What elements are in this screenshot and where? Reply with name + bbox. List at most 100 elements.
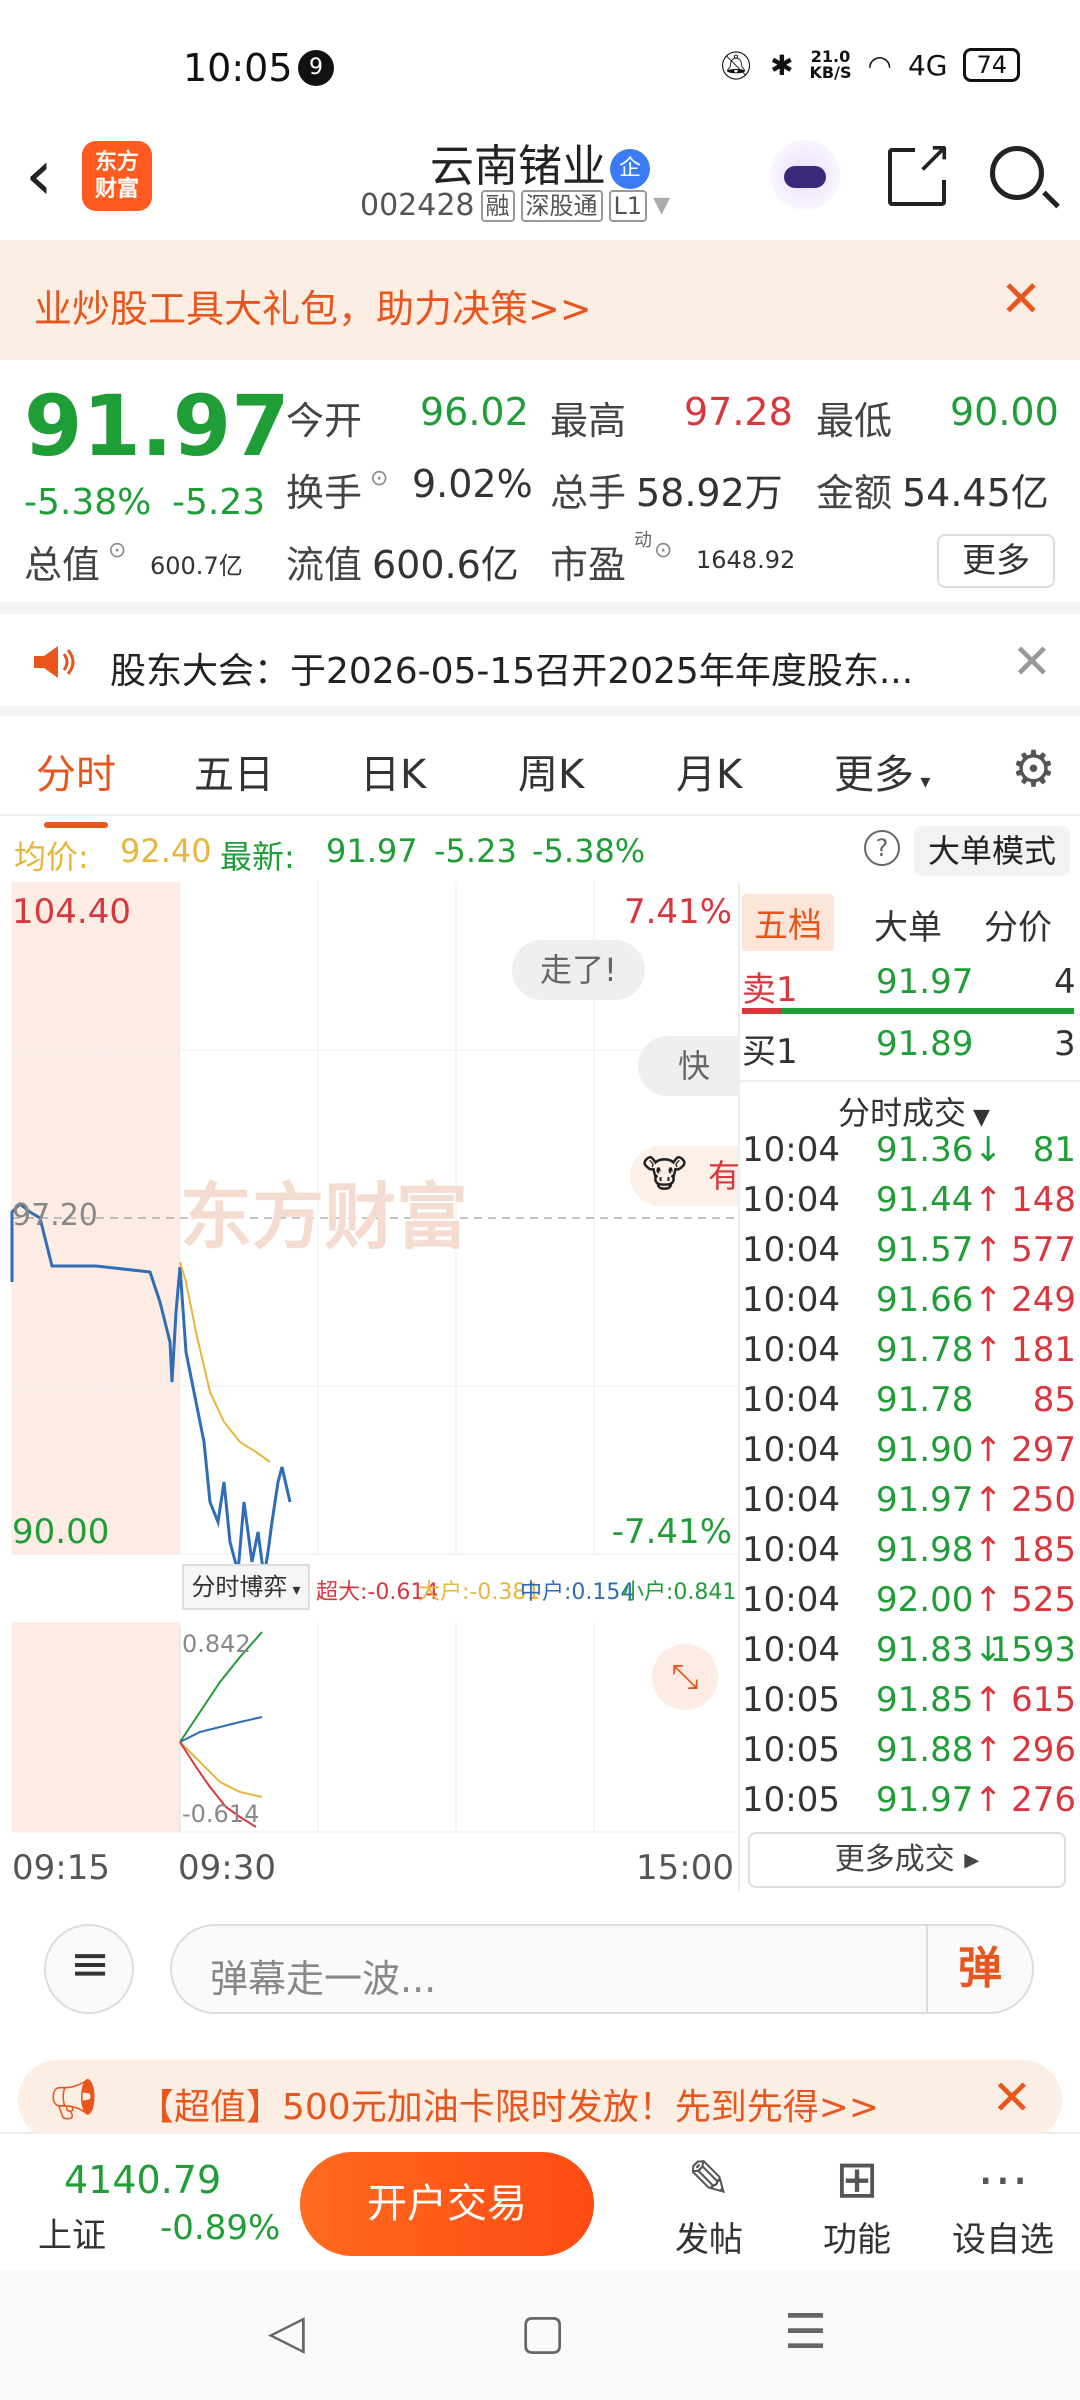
index-value[interactable]: 4140.79: [64, 2158, 221, 2202]
more-trades-button[interactable]: 更多成交 ▸: [748, 1832, 1066, 1888]
latest-label: 最新:: [220, 838, 295, 876]
promo-banner[interactable]: 业炒股工具大礼包，助力决策>> ✕: [0, 240, 1080, 360]
tab-five-day[interactable]: 五日: [194, 742, 274, 800]
danmu-placeholder: 弹幕走一波...: [210, 1957, 437, 2001]
trade-row: 10:04 91.90 ↑ 297: [742, 1430, 1080, 1480]
nav-menu-icon[interactable]: ☰: [784, 2304, 827, 2360]
mktcap-label: 总值: [24, 543, 101, 587]
trade-row: 10:04 91.98 ↑ 185: [742, 1530, 1080, 1580]
wifi-icon: ◠: [867, 48, 892, 82]
trade-price: 91.88: [876, 1730, 974, 1770]
info-icon[interactable]: ⊙: [370, 466, 388, 491]
pe-value: 1648.92: [696, 546, 796, 574]
index-change: -0.89%: [160, 2208, 281, 2248]
tab-monthly-k[interactable]: 月K: [676, 742, 742, 800]
shareholder-notice[interactable]: 股东大会：于2026-05-15召开2025年年度股东... ✕: [0, 614, 1080, 714]
tab-five-levels[interactable]: 五档: [742, 894, 834, 951]
divider: [0, 706, 1080, 716]
trades-header[interactable]: 分时成交 ▼: [838, 1088, 990, 1134]
nav-home-icon[interactable]: ▢: [520, 2304, 565, 2360]
mute-icon: 🔕︎: [718, 48, 755, 82]
close-icon[interactable]: ✕: [1012, 634, 1052, 690]
high-value: 97.28: [684, 390, 793, 434]
tab-intraday[interactable]: 分时: [36, 742, 116, 828]
bid1-volume: 3: [1054, 1024, 1076, 1064]
trade-row: 10:04 92.00 ↑ 525: [742, 1580, 1080, 1630]
tag-margin: 融: [480, 189, 515, 222]
system-navigation: ◁ ▢ ☰: [0, 2270, 1080, 2400]
info-icon[interactable]: ⊙: [654, 538, 672, 563]
tab-big-orders[interactable]: 大单: [874, 900, 942, 949]
trade-direction-icon: ↑: [974, 1430, 1003, 1470]
trade-volume: 1593: [989, 1630, 1076, 1670]
trade-volume: 148: [1011, 1180, 1076, 1220]
help-icon[interactable]: ?: [864, 830, 900, 866]
high-label: 最高: [550, 399, 627, 443]
sub-indicator-select[interactable]: 分时博弈 ▾: [182, 1564, 310, 1610]
trade-price: 91.44: [876, 1180, 974, 1220]
robot-assistant-icon[interactable]: [770, 140, 840, 210]
pe-label: 市盈: [550, 543, 627, 587]
big-order-mode-button[interactable]: 大单模式: [914, 826, 1070, 876]
stock-code: 002428: [360, 188, 475, 223]
trade-volume: 250: [1011, 1480, 1076, 1520]
functions-button[interactable]: ⊞ 功能: [802, 2150, 912, 2261]
post-button[interactable]: ✎ 发帖: [654, 2150, 764, 2261]
y-axis-bottom: 90.00: [12, 1512, 110, 1552]
edit-icon: ✎: [687, 2150, 731, 2210]
chart-period-tabs: 分时 五日 日K 周K 月K 更多 ▾ ⚙: [0, 716, 1080, 828]
megaphone-icon: 📢︎: [48, 2077, 99, 2123]
trade-price: 91.90: [876, 1430, 974, 1470]
trade-volume: 85: [1032, 1380, 1076, 1420]
gear-icon[interactable]: ⚙: [1011, 740, 1056, 798]
turnover-value: 9.02%: [412, 462, 533, 506]
trade-direction-icon: ↑: [974, 1680, 1003, 1720]
latest-value: 91.97: [326, 832, 418, 870]
mid-flow-line: [179, 1716, 263, 1743]
danmu-settings-icon[interactable]: [44, 1924, 134, 2014]
ask1-price: 91.97: [876, 962, 974, 1002]
close-icon[interactable]: ✕: [992, 2070, 1032, 2126]
mid-flow-label: 中户:0.154: [520, 1580, 635, 1605]
sub-axis-bottom: -0.614: [182, 1800, 260, 1828]
bid1-price: 91.89: [876, 1024, 974, 1064]
trade-time: 10:04: [742, 1630, 840, 1670]
trade-row: 10:05 91.97 ↑ 276: [742, 1780, 1080, 1830]
danmu-send-button[interactable]: 弹: [926, 1926, 1032, 2012]
tab-price-distribution[interactable]: 分价: [984, 900, 1052, 949]
trade-time: 10:04: [742, 1480, 840, 1520]
enterprise-badge: 企: [610, 149, 650, 189]
trade-time: 10:04: [742, 1280, 840, 1320]
search-icon[interactable]: [990, 146, 1044, 200]
nav-back-icon[interactable]: ◁: [268, 2304, 305, 2360]
tab-weekly-k[interactable]: 周K: [518, 742, 584, 800]
trade-price: 91.57: [876, 1230, 974, 1270]
stock-subinfo[interactable]: 002428 融 深股通 L1 ▼: [360, 188, 670, 223]
float-label: 流值: [286, 543, 363, 587]
trade-price: 91.78: [876, 1330, 974, 1370]
trade-direction-icon: ↑: [974, 1180, 1003, 1220]
info-icon[interactable]: ⊙: [108, 538, 126, 563]
danmu-input[interactable]: 弹幕走一波... 弹: [170, 1924, 1034, 2014]
expand-icon[interactable]: ⤡: [652, 1644, 718, 1710]
share-icon[interactable]: [888, 136, 952, 206]
tab-more[interactable]: 更多 ▾: [834, 742, 930, 800]
close-icon[interactable]: ✕: [1000, 270, 1042, 328]
tab-daily-k[interactable]: 日K: [360, 742, 426, 800]
open-account-trade-button[interactable]: 开户交易: [300, 2152, 594, 2256]
add-watchlist-button[interactable]: ⋯ 设自选: [948, 2150, 1058, 2261]
trade-direction-icon: ↑: [974, 1730, 1003, 1770]
more-button[interactable]: 更多: [937, 534, 1055, 588]
trade-row: 10:04 91.57 ↑ 577: [742, 1230, 1080, 1280]
tag-level: L1: [608, 189, 648, 222]
big-flow-line: [179, 1741, 263, 1798]
trade-row: 10:04 91.66 ↑ 249: [742, 1280, 1080, 1330]
intraday-chart[interactable]: 东方财富 104.40 97.20 90.00 7.41% -7.41% 走了!…: [0, 882, 738, 1892]
trade-price: 91.36: [876, 1130, 974, 1170]
ask1-label: 卖1: [742, 970, 798, 1010]
trade-row: 10:04 91.36 ↓ 81: [742, 1130, 1080, 1180]
ad-banner[interactable]: 📢︎ 【超值】500元加油卡限时发放！先到先得>> ✕: [18, 2060, 1062, 2140]
speaker-icon: [34, 646, 75, 678]
change-percent: -5.38%: [24, 482, 152, 523]
network-label: 4G: [907, 48, 948, 82]
